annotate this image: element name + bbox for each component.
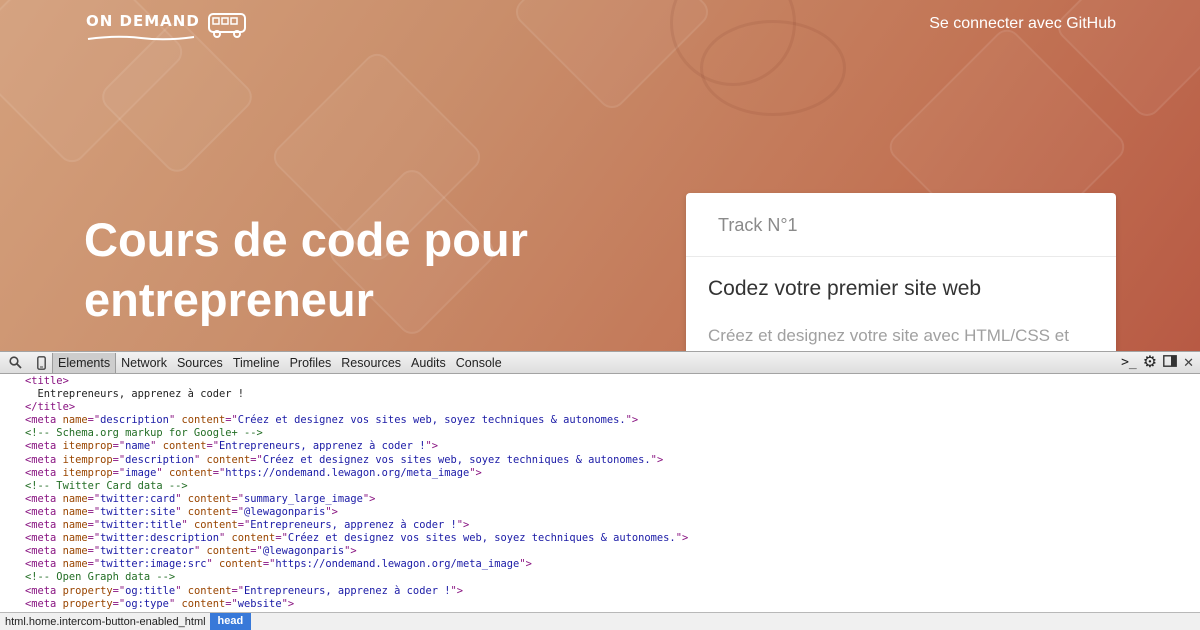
code-line[interactable]: <title>	[0, 375, 1200, 388]
console-drawer-icon[interactable]: >_	[1121, 355, 1137, 370]
hero-title-line1: Cours de code pour	[84, 213, 528, 266]
github-login-link[interactable]: Se connecter avec GitHub	[929, 15, 1116, 33]
code-line[interactable]: <meta name="twitter:site" content="@lewa…	[0, 506, 1200, 519]
tab-sources[interactable]: Sources	[172, 353, 228, 373]
devtools-panel: Elements Network Sources Timeline Profiles Re…	[0, 351, 1200, 630]
device-icon[interactable]	[30, 353, 52, 373]
elements-code-view[interactable]: <title> Entrepreneurs, apprenez à coder …	[0, 374, 1200, 612]
track-card-title: Codez votre premier site web	[708, 277, 982, 300]
code-line[interactable]: <meta name="twitter:creator" content="@l…	[0, 545, 1200, 558]
code-line[interactable]: <meta name="twitter:description" content…	[0, 532, 1200, 545]
tab-audits[interactable]: Audits	[406, 353, 451, 373]
devtools-toolbar: Elements Network Sources Timeline Profiles Re…	[0, 351, 1200, 374]
dock-side-icon[interactable]	[1163, 355, 1177, 370]
tab-profiles[interactable]: Profiles	[285, 353, 337, 373]
hero-title: Cours de code pour entrepreneur	[84, 210, 644, 330]
code-line[interactable]: <meta property="og:title" content="Entre…	[0, 585, 1200, 598]
hero-title-line2: entrepreneur	[84, 273, 374, 326]
site-logo[interactable]: ON DEMAND	[86, 12, 250, 41]
breadcrumb-item[interactable]: head	[209, 613, 252, 630]
hero-section: ON DEMAND Se connecter avec GitHub Cours…	[0, 0, 1200, 351]
code-line[interactable]: <meta name="twitter:title" content="Entr…	[0, 519, 1200, 532]
settings-gear-icon[interactable]: ⚙	[1143, 354, 1157, 371]
track-label: Track N°1	[686, 193, 1116, 257]
logo-text: ON DEMAND	[86, 12, 200, 30]
track-card[interactable]: Track N°1 Codez votre premier site web C…	[686, 193, 1116, 351]
code-line[interactable]: <!-- Schema.org markup for Google+ -->	[0, 427, 1200, 440]
code-line[interactable]: <meta itemprop="name" content="Entrepren…	[0, 440, 1200, 453]
tab-elements[interactable]: Elements	[52, 352, 117, 373]
tab-console[interactable]: Console	[451, 353, 507, 373]
tab-timeline[interactable]: Timeline	[228, 353, 285, 373]
code-line[interactable]: <meta property="og:type" content="websit…	[0, 598, 1200, 611]
code-line[interactable]: <meta name="twitter:card" content="summa…	[0, 493, 1200, 506]
tab-network[interactable]: Network	[116, 353, 172, 373]
code-line[interactable]: <meta name="description" content="Créez …	[0, 414, 1200, 427]
search-icon[interactable]	[4, 353, 26, 373]
code-line[interactable]: <meta itemprop="image" content="https://…	[0, 467, 1200, 480]
code-line[interactable]: Entrepreneurs, apprenez à coder !	[0, 388, 1200, 401]
code-line[interactable]: <meta name="twitter:image:src" content="…	[0, 558, 1200, 571]
track-card-description: Créez et designez votre site avec HTML/C…	[708, 326, 1069, 345]
code-line[interactable]: <meta itemprop="description" content="Cr…	[0, 454, 1200, 467]
breadcrumb: html.home.intercom-button-enabled_html he…	[0, 612, 1200, 630]
tab-resources[interactable]: Resources	[336, 353, 406, 373]
bg-decoration	[700, 20, 846, 116]
code-line[interactable]: <!-- Open Graph data -->	[0, 571, 1200, 584]
code-line[interactable]: <!-- Twitter Card data -->	[0, 480, 1200, 493]
devtools-tabs: Elements Network Sources Timeline Profiles Re…	[52, 352, 507, 373]
code-line[interactable]: </title>	[0, 401, 1200, 414]
toolbar-right-controls: >_ ⚙ ✕	[1121, 354, 1200, 371]
close-icon[interactable]: ✕	[1183, 355, 1194, 371]
breadcrumb-item[interactable]: html.home.intercom-button-enabled_html	[0, 616, 210, 628]
bus-icon	[207, 13, 246, 38]
logo-underline	[87, 35, 195, 41]
